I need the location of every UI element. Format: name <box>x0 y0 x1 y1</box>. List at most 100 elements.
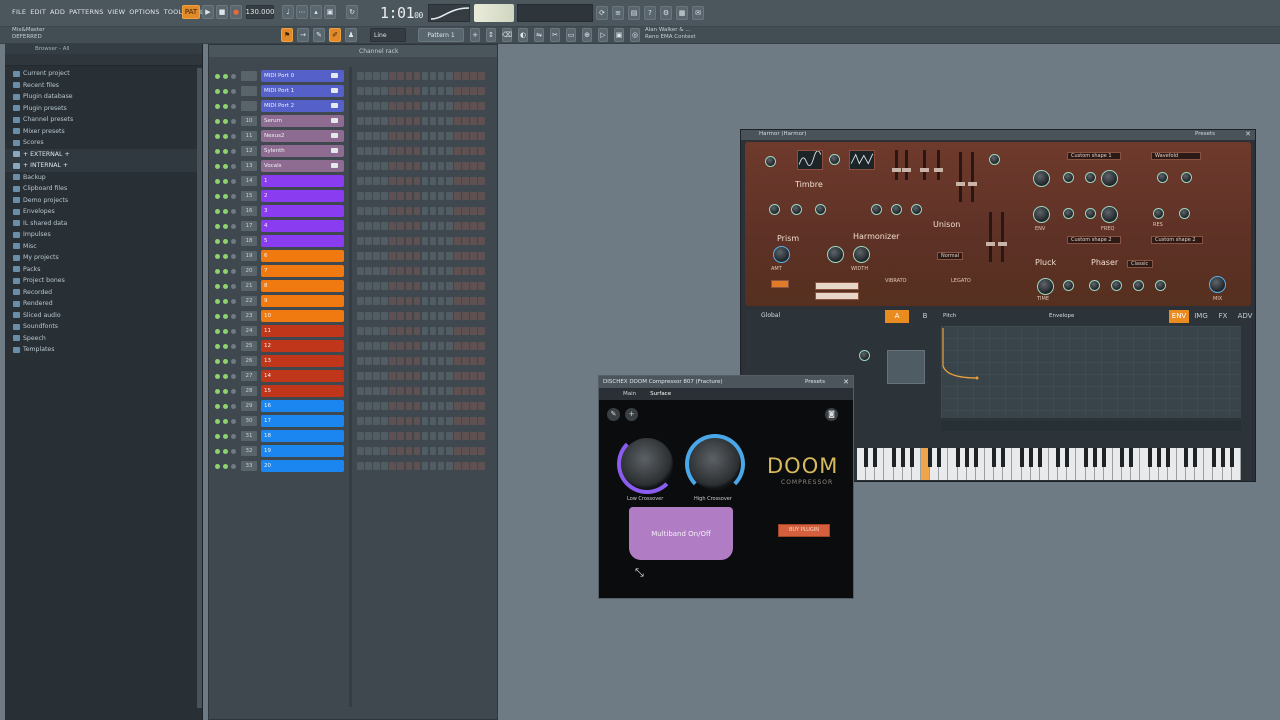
step-button[interactable] <box>373 462 380 470</box>
tempo-display[interactable]: 130.000 <box>246 5 274 19</box>
mute-dot[interactable] <box>215 314 220 319</box>
offset-value[interactable] <box>815 292 859 300</box>
time-display[interactable]: 1:0100 <box>380 4 423 22</box>
step-button[interactable] <box>437 177 445 185</box>
step-button[interactable] <box>462 87 469 95</box>
step-button[interactable] <box>470 402 477 410</box>
fader-3[interactable] <box>920 150 929 180</box>
step-button[interactable] <box>365 147 372 155</box>
knob-r2-c[interactable] <box>1179 208 1190 219</box>
select-dot[interactable] <box>231 389 236 394</box>
doom-tab-main[interactable]: Main <box>623 391 636 397</box>
step-button[interactable] <box>397 237 404 245</box>
zoom-icon[interactable]: ⊕ <box>582 28 592 42</box>
black-key[interactable] <box>1120 448 1125 467</box>
step-button[interactable] <box>462 177 469 185</box>
step-button[interactable] <box>470 297 477 305</box>
solo-dot[interactable] <box>223 269 228 274</box>
step-button[interactable] <box>389 117 396 125</box>
step-button[interactable] <box>454 132 461 140</box>
knob-r1-a[interactable] <box>1063 172 1074 183</box>
step-button[interactable] <box>437 402 445 410</box>
mute-dot[interactable] <box>215 119 220 124</box>
menu-item-patterns[interactable]: PATTERNS <box>69 8 103 16</box>
step-button[interactable] <box>381 357 388 365</box>
env-knob-2[interactable] <box>1033 206 1050 223</box>
select-dot[interactable] <box>231 284 236 289</box>
step-button[interactable] <box>421 87 429 95</box>
step-button[interactable] <box>470 417 477 425</box>
custom-shape-3-select[interactable]: Custom shape 2 <box>1151 236 1203 244</box>
step-button[interactable] <box>381 447 388 455</box>
freq-knob-2[interactable] <box>1101 206 1118 223</box>
pluck-time-knob[interactable] <box>1037 278 1054 295</box>
step-button[interactable] <box>421 252 429 260</box>
browser-item[interactable]: Soundfonts <box>5 321 202 333</box>
channel-button[interactable]: 17 <box>261 415 344 427</box>
freq-value[interactable] <box>815 282 859 290</box>
step-button[interactable] <box>470 117 477 125</box>
step-button[interactable] <box>365 312 372 320</box>
browser-item[interactable]: Backup <box>5 172 202 184</box>
step-button[interactable] <box>373 102 380 110</box>
channel-button[interactable]: 3 <box>261 205 344 217</box>
channel-button[interactable]: 14 <box>261 370 344 382</box>
black-key[interactable] <box>1211 448 1216 467</box>
step-button[interactable] <box>365 342 372 350</box>
solo-dot[interactable] <box>223 209 228 214</box>
step-button[interactable] <box>381 342 388 350</box>
step-button[interactable] <box>462 462 469 470</box>
step-button[interactable] <box>429 267 437 275</box>
step-button[interactable] <box>357 402 364 410</box>
channel-button[interactable]: 20 <box>261 460 344 472</box>
step-button[interactable] <box>381 147 388 155</box>
mode-tab-env[interactable]: ENV <box>1169 310 1189 323</box>
select-dot[interactable] <box>231 404 236 409</box>
step-button[interactable] <box>429 282 437 290</box>
step-button[interactable] <box>446 222 453 230</box>
step-button[interactable] <box>470 162 477 170</box>
step-button[interactable] <box>437 237 445 245</box>
step-button[interactable] <box>421 357 429 365</box>
channel-mixer-track[interactable]: 21 <box>241 281 257 291</box>
channel-mixer-track[interactable]: 31 <box>241 431 257 441</box>
waveform-b-display[interactable] <box>849 150 875 170</box>
step-button[interactable] <box>413 447 421 455</box>
step-button[interactable] <box>413 327 421 335</box>
step-button[interactable] <box>405 312 413 320</box>
step-button[interactable] <box>446 177 453 185</box>
step-button[interactable] <box>373 402 380 410</box>
step-button[interactable] <box>454 282 461 290</box>
phaser-speed-knob[interactable] <box>1155 280 1166 291</box>
browser-item[interactable]: My projects <box>5 252 202 264</box>
step-button[interactable] <box>462 372 469 380</box>
step-button[interactable] <box>462 72 469 80</box>
step-button[interactable] <box>381 102 388 110</box>
step-button[interactable] <box>478 372 485 380</box>
step-button[interactable] <box>421 372 429 380</box>
step-button[interactable] <box>413 252 421 260</box>
browser-item[interactable]: Templates <box>5 344 202 356</box>
channel-mixer-track[interactable]: 14 <box>241 176 257 186</box>
step-button[interactable] <box>437 462 445 470</box>
phaser-mix-knob[interactable] <box>1089 280 1100 291</box>
step-button[interactable] <box>446 357 453 365</box>
step-button[interactable] <box>357 207 364 215</box>
waveform-a-display[interactable] <box>797 150 823 170</box>
step-button[interactable] <box>478 447 485 455</box>
step-button[interactable] <box>413 432 421 440</box>
step-button[interactable] <box>462 342 469 350</box>
timbre-mix-knob[interactable] <box>829 154 840 165</box>
step-button[interactable] <box>437 117 445 125</box>
mute-dot[interactable] <box>215 179 220 184</box>
knob-r1-d[interactable] <box>1181 172 1192 183</box>
arrow-icon[interactable]: ↕ <box>486 28 496 42</box>
select-dot[interactable] <box>231 134 236 139</box>
black-key[interactable] <box>1129 448 1134 467</box>
step-button[interactable] <box>462 312 469 320</box>
browser-item[interactable]: + EXTERNAL + <box>5 148 202 160</box>
resize-handle-icon[interactable]: ⤡ <box>635 566 644 580</box>
step-button[interactable] <box>389 372 396 380</box>
black-key[interactable] <box>1083 448 1088 467</box>
browser-item[interactable]: Demo projects <box>5 195 202 207</box>
